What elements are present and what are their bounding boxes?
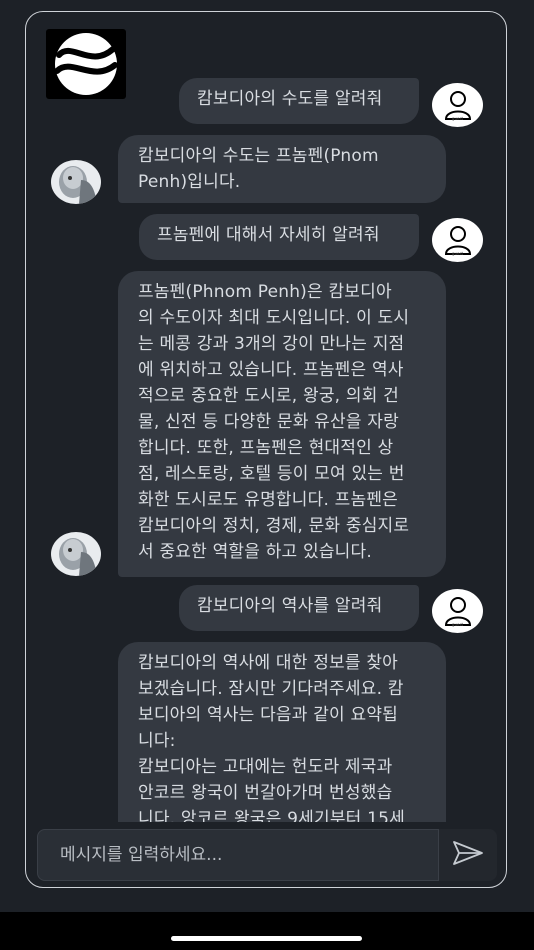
user-message: 캄보디아의 역사를 알려줘 <box>179 585 419 631</box>
user-avatar-caption: guest <box>451 251 464 256</box>
bot-message: 캄보디아의 역사에 대한 정보를 찾아 보겠습니다. 잠시만 기다려주세요. 캄… <box>118 642 446 822</box>
user-avatar-caption: guest <box>451 116 464 121</box>
bottom-safe-area <box>0 912 534 950</box>
send-button[interactable] <box>439 829 497 881</box>
app-logo-icon <box>46 29 126 99</box>
bot-avatar-icon <box>51 532 101 576</box>
user-avatar-icon: guest <box>432 218 483 262</box>
user-avatar-caption: guest <box>451 622 464 627</box>
user-avatar-icon: guest <box>432 83 483 127</box>
user-message: 캄보디아의 수도를 알려줘 <box>179 78 419 124</box>
chat-window: 캄보디아의 수도를 알려줘 guest 캄보디아의 수도는 프놈펜(Pnom P… <box>25 11 507 888</box>
bot-message: 캄보디아의 수도는 프놈펜(Pnom Penh)입니다. <box>118 135 446 203</box>
bot-avatar-icon <box>51 160 101 204</box>
user-message: 프놈펜에 대해서 자세히 알려줘 <box>139 214 419 260</box>
bot-message: 프놈펜(Phnom Penh)은 캄보디아 의 수도이자 최대 도시입니다. 이… <box>118 271 446 577</box>
user-avatar-icon: guest <box>432 589 483 633</box>
message-input[interactable] <box>58 844 418 866</box>
message-input-container[interactable] <box>37 829 439 881</box>
paper-plane-icon <box>452 839 484 871</box>
home-indicator[interactable] <box>171 936 362 941</box>
chat-messages[interactable]: 캄보디아의 수도를 알려줘 guest 캄보디아의 수도는 프놈펜(Pnom P… <box>26 12 506 822</box>
